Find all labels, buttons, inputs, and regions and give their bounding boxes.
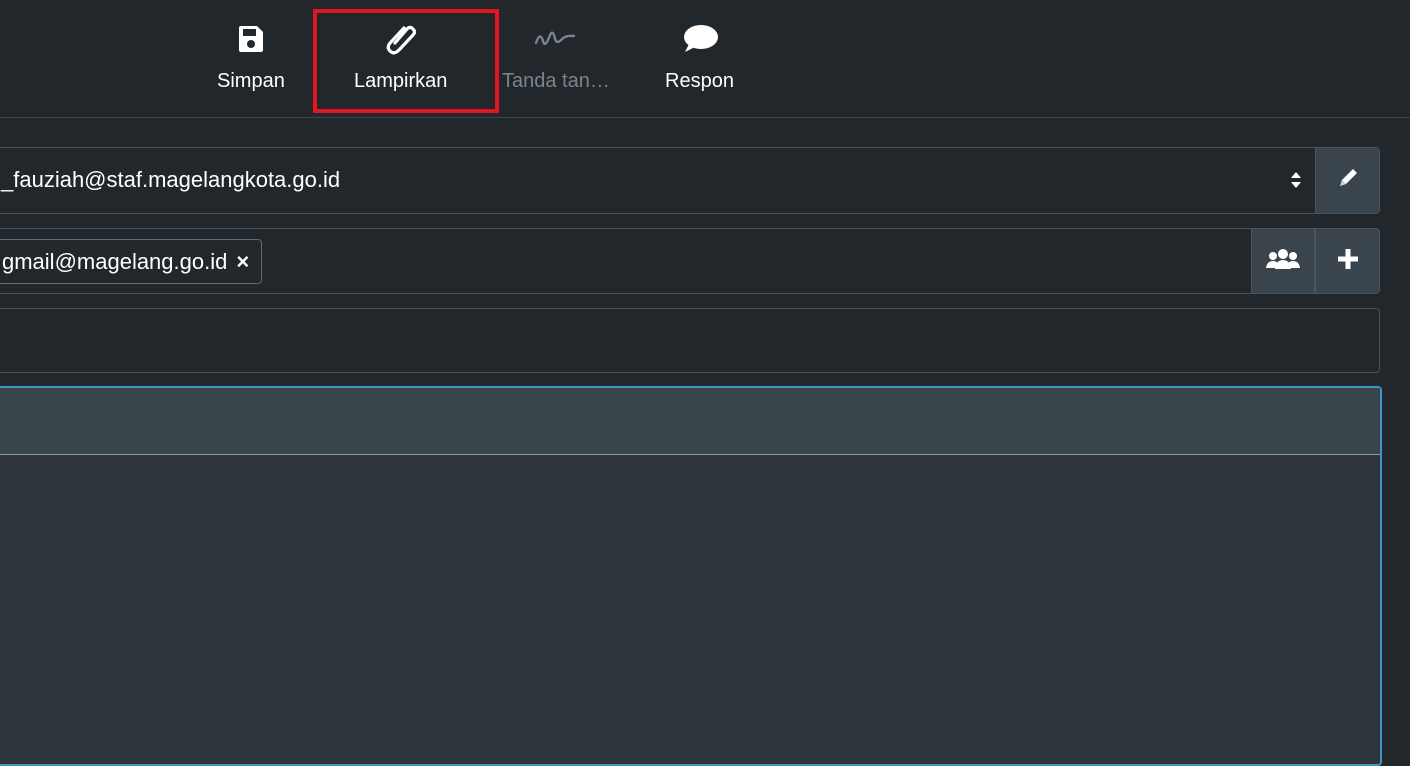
from-select[interactable]: _fauziah@staf.magelangkota.go.id — [0, 147, 1380, 214]
attach-button[interactable]: Lampirkan — [354, 22, 447, 93]
save-label: Simpan — [217, 70, 285, 92]
signature-icon — [534, 22, 578, 56]
message-editor[interactable] — [0, 386, 1382, 766]
remove-recipient-button[interactable]: × — [236, 249, 249, 275]
address-book-button[interactable] — [1251, 229, 1315, 293]
compose-toolbar: Simpan Lampirkan Tanda tan… Respon — [0, 0, 1410, 118]
signature-button[interactable]: Tanda tan… — [502, 22, 610, 93]
users-icon — [1265, 248, 1301, 275]
respond-label: Respon — [665, 70, 734, 92]
from-value: _fauziah@staf.magelangkota.go.id — [1, 167, 341, 192]
paperclip-icon — [386, 22, 416, 56]
speech-bubble-icon — [679, 22, 719, 56]
edit-identity-button[interactable] — [1315, 148, 1379, 213]
save-button[interactable]: Simpan — [217, 22, 285, 93]
recipient-tag: gmail@magelang.go.id × — [0, 239, 263, 284]
plus-icon — [1337, 248, 1359, 275]
save-icon — [238, 22, 263, 56]
recipient-label: gmail@magelang.go.id — [2, 248, 228, 274]
pencil-icon — [1336, 166, 1360, 195]
signature-label: Tanda tan… — [502, 70, 610, 92]
sort-icon — [1288, 168, 1304, 192]
respond-button[interactable]: Respon — [665, 22, 734, 93]
add-recipient-button[interactable] — [1315, 229, 1379, 293]
editor-toolbar — [0, 388, 1380, 455]
attach-label: Lampirkan — [354, 70, 448, 92]
to-field[interactable]: gmail@magelang.go.id × — [0, 228, 1380, 294]
subject-input[interactable] — [0, 308, 1380, 373]
